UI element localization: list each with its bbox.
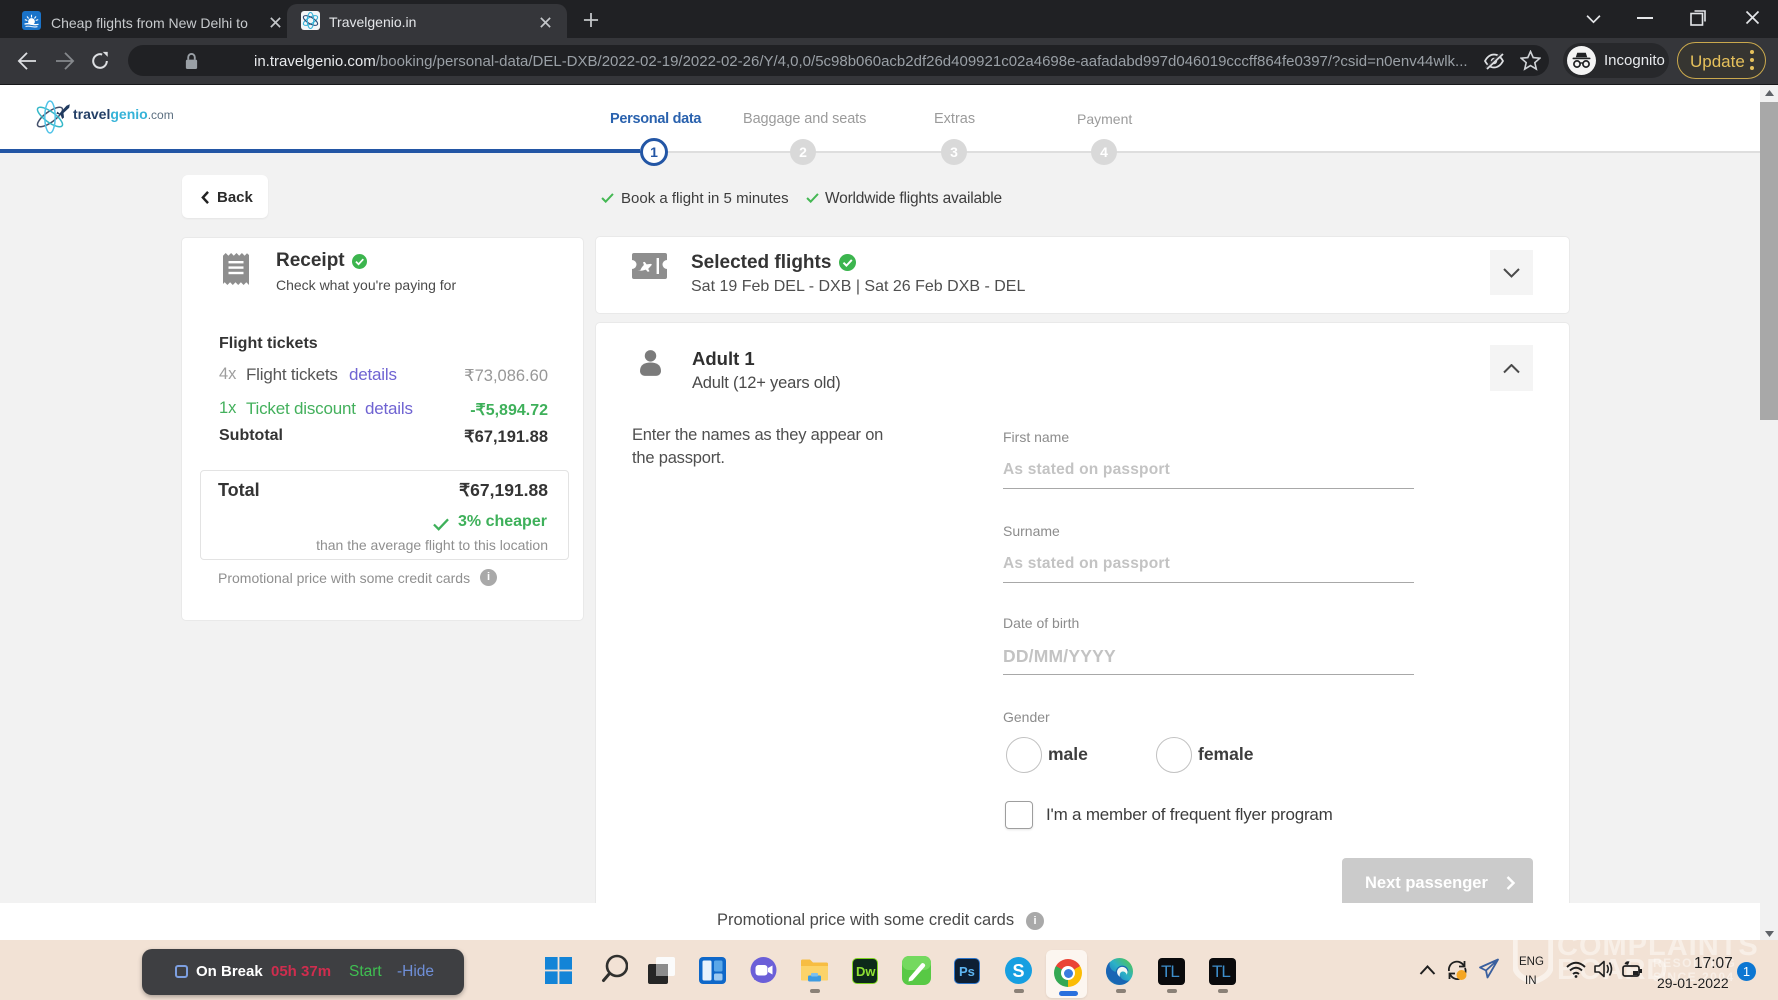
svg-text:S: S <box>1012 961 1024 981</box>
